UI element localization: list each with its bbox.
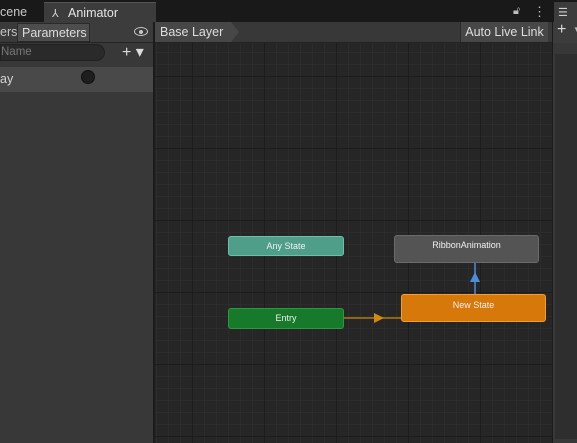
parameter-search-input[interactable]: Name [0,44,105,61]
auto-live-link-button[interactable]: Auto Live Link [460,22,548,42]
parameter-bool-toggle[interactable] [81,70,95,84]
animator-graph-icon: ⅄ [52,8,59,20]
state-node-ribbon-animation[interactable]: RibbonAnimation [394,235,539,263]
chevron-down-icon[interactable]: ▼ [573,25,577,34]
right-panel-list [555,54,577,439]
breadcrumb-base-layer[interactable]: Base Layer [155,22,231,42]
parameter-name: ay [0,72,14,86]
state-node-entry[interactable]: Entry [228,308,344,329]
kebab-menu-icon[interactable]: ⋮ [533,4,546,20]
state-node-any-state[interactable]: Any State [228,236,344,256]
breadcrumb-arrow [231,22,239,42]
tab-scene[interactable]: cene [0,2,50,22]
tab-layers[interactable]: ers [0,23,17,42]
eye-pupil [139,29,143,34]
lock-icon[interactable]: 🔓︎ [513,5,520,18]
add-parameter-button[interactable]: + ▾ [122,44,150,61]
tab-animator-label: Animator [68,6,119,20]
parameter-row[interactable]: ay [0,67,153,92]
tab-animator[interactable]: ⅄ Animator [44,2,156,22]
right-panel-add-button[interactable]: + [557,21,566,39]
tab-parameters[interactable]: Parameters [17,23,90,42]
state-node-new-state[interactable]: New State [401,294,546,322]
list-icon: ☰ [558,7,568,19]
